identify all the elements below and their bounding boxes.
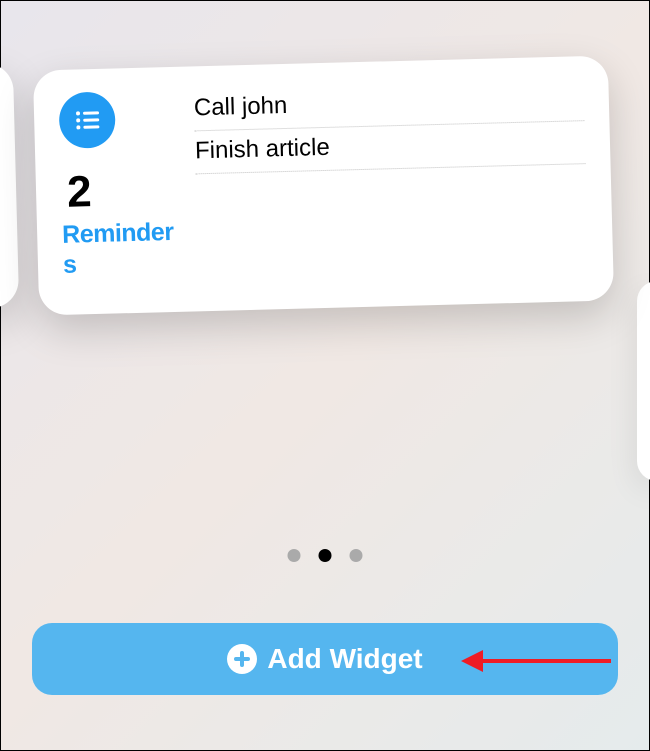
plus-icon	[227, 644, 257, 674]
page-dot[interactable]	[288, 549, 301, 562]
widget-summary: 2 Reminders	[58, 87, 188, 295]
reminder-count: 2	[67, 168, 187, 215]
adjacent-widget-right[interactable]	[637, 281, 650, 481]
page-dot-active[interactable]	[319, 549, 332, 562]
add-widget-button[interactable]: Add Widget	[32, 623, 618, 695]
reminder-list: Call john Finish article	[183, 76, 588, 291]
reminder-item: Finish article	[195, 121, 586, 174]
pagination-dots[interactable]	[288, 549, 363, 562]
add-widget-label: Add Widget	[267, 643, 422, 675]
widget-title: Reminders	[62, 217, 180, 280]
adjacent-widget-left[interactable]	[0, 63, 19, 309]
page-dot[interactable]	[350, 549, 363, 562]
reminders-list-icon	[58, 91, 115, 148]
reminders-widget[interactable]: 2 Reminders Call john Finish article	[33, 56, 614, 316]
